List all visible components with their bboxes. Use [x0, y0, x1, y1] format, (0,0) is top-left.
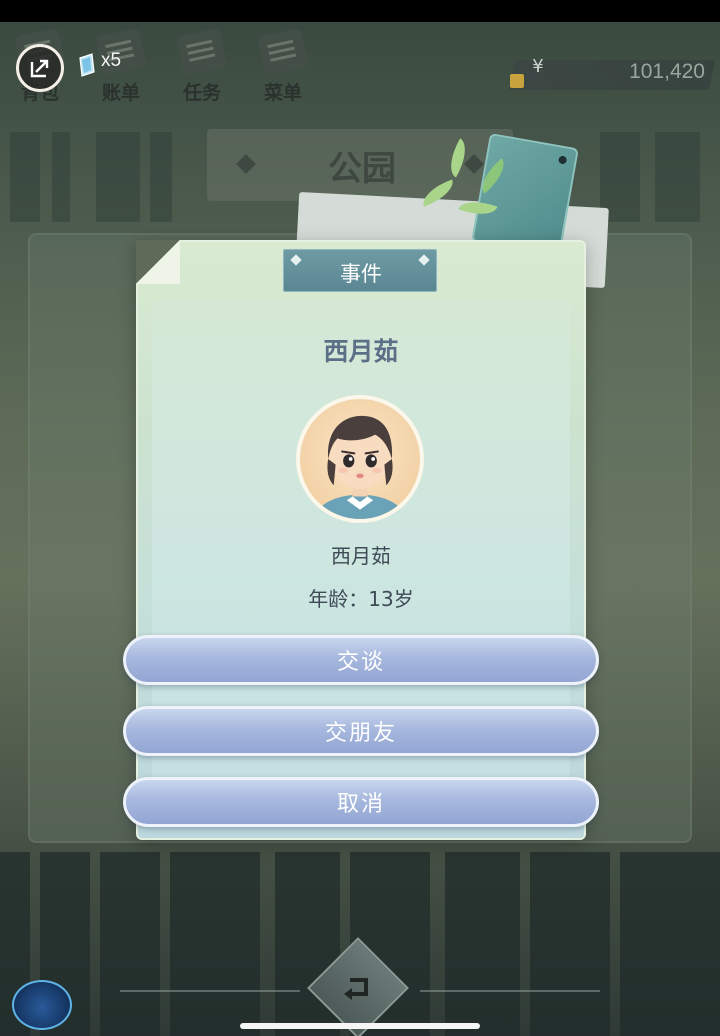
girl-portrait-icon	[315, 415, 405, 519]
event-title: 事件	[340, 262, 382, 286]
npc-age: 年龄：13岁	[308, 587, 414, 611]
gem-count: x5	[101, 50, 122, 71]
npc-name: 西月茹	[331, 544, 391, 568]
location-title: 公园	[328, 149, 396, 189]
divider-line	[420, 990, 600, 992]
task-icon	[176, 27, 228, 77]
status-bar	[0, 0, 720, 22]
talk-button[interactable]: 交谈	[123, 635, 599, 685]
card-decoration	[471, 133, 579, 257]
event-header: 事件	[283, 249, 437, 292]
currency-symbol: ¥	[532, 56, 544, 77]
exit-arrow-icon	[30, 59, 49, 78]
make-friend-button[interactable]: 交朋友	[123, 706, 599, 756]
coin-icon	[510, 74, 524, 88]
cancel-button[interactable]: 取消	[123, 777, 599, 827]
pin-icon	[558, 155, 568, 165]
exit-button[interactable]	[16, 44, 64, 92]
npc-title: 西月茹	[323, 337, 399, 366]
nav-label-task: 任务	[182, 82, 221, 104]
menu-icon	[257, 27, 309, 77]
nav-item-task[interactable]: 任务	[170, 27, 234, 104]
divider-line	[120, 990, 300, 992]
nav-label-menu: 菜单	[263, 82, 302, 104]
gem-icon	[79, 53, 95, 77]
money-value: 101,420	[629, 60, 705, 83]
nav-item-menu[interactable]: 菜单	[251, 27, 315, 104]
ice-orb-icon[interactable]	[12, 980, 72, 1030]
location-header: 公园	[207, 129, 513, 201]
nav-label-bill: 账单	[101, 82, 140, 104]
top-nav: 背包 账单 任务 菜单 x5 ¥ 101,420	[0, 22, 720, 112]
npc-avatar	[296, 395, 424, 523]
home-indicator[interactable]	[240, 1023, 480, 1029]
return-arrow-icon	[344, 978, 368, 1000]
